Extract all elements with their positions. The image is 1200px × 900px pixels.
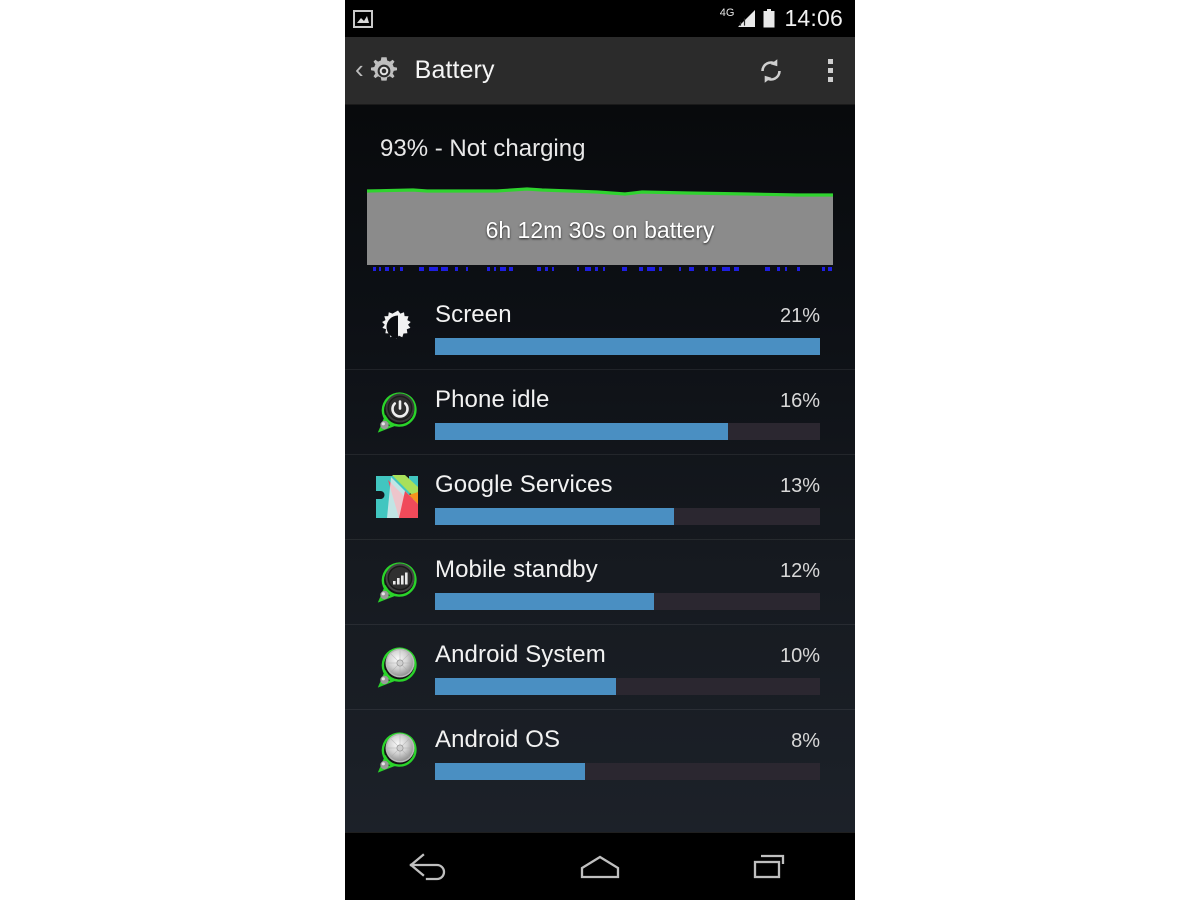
usage-row-header: Phone idle 16% [435,386,820,414]
usage-item-name: Google Services [435,471,613,498]
usage-progress-fill [435,678,616,695]
nav-back-button[interactable] [377,846,481,888]
battery-usage-list: Screen 21% Phone idle 16% Google Service… [345,285,855,794]
usage-item-percent: 8% [791,730,820,752]
usage-item-percent: 12% [779,560,820,582]
back-chevron-icon[interactable]: ‹ [353,56,366,86]
google-play-services-icon [367,469,429,525]
usage-row-mobile-standby[interactable]: Mobile standby 12% [345,539,855,624]
usage-progress-track [435,678,820,695]
usage-progress-fill [435,763,586,780]
nav-recents-button[interactable] [719,846,823,888]
usage-item-name: Android OS [435,726,561,753]
usage-progress-fill [435,338,820,355]
battery-status-text: 93% - Not charging [380,135,586,162]
battery-history-chart [367,187,833,271]
usage-row-body: Screen 21% [429,299,820,355]
battery-full-icon [763,9,775,28]
status-bar-notifications [353,9,373,28]
status-bar: 4G 14:06 [345,0,855,37]
overflow-dot [828,77,833,82]
signal-bars-icon [367,554,429,610]
usage-item-percent: 16% [779,390,820,412]
usage-item-percent: 13% [779,475,820,497]
usage-row-header: Mobile standby 12% [435,556,820,584]
usage-item-name: Phone idle [435,386,550,413]
screenshot-icon [353,9,373,28]
settings-gear-icon[interactable] [366,54,401,88]
usage-row-body: Android OS 8% [429,724,820,780]
signal-bars-icon [737,9,757,28]
battery-history-graph[interactable]: 6h 12m 30s on battery [367,185,833,280]
usage-row-phone-idle[interactable]: Phone idle 16% [345,369,855,454]
usage-row-header: Google Services 13% [435,471,820,499]
overflow-menu-icon[interactable] [820,55,841,86]
action-bar-actions [756,55,841,86]
phone-screen: 4G 14:06 ‹ Battery 93% - Not charging 6h… [345,0,855,900]
usage-item-percent: 21% [779,305,820,327]
usage-row-android-os[interactable]: Android OS 8% [345,709,855,794]
overflow-dot [828,59,833,64]
usage-row-google-services[interactable]: Google Services 13% [345,454,855,539]
usage-row-android-system[interactable]: Android System 10% [345,624,855,709]
usage-item-name: Android System [435,641,606,668]
home-icon [576,852,624,882]
status-bar-clock: 14:06 [784,5,843,31]
usage-progress-track [435,338,820,355]
page-title: Battery [414,56,495,84]
brightness-icon [367,299,429,355]
android-disc-icon [367,724,429,780]
usage-item-percent: 10% [779,645,820,667]
usage-item-name: Screen [435,301,512,328]
usage-row-body: Android System 10% [429,639,820,695]
overflow-dot [828,68,833,73]
action-bar: ‹ Battery [345,37,855,105]
usage-progress-track [435,763,820,780]
recent-apps-icon [749,852,793,882]
status-bar-system-icons: 4G 14:06 [717,7,843,30]
refresh-icon[interactable] [756,56,786,86]
usage-progress-track [435,508,820,525]
usage-row-header: Android System 10% [435,641,820,669]
usage-progress-fill [435,423,728,440]
usage-row-body: Google Services 13% [429,469,820,525]
power-button-icon [367,384,429,440]
nav-home-button[interactable] [546,846,654,888]
back-arrow-icon [407,852,451,882]
usage-progress-track [435,593,820,610]
usage-progress-track [435,423,820,440]
usage-row-body: Mobile standby 12% [429,554,820,610]
usage-item-name: Mobile standby [435,556,598,583]
usage-row-header: Screen 21% [435,301,820,329]
usage-row-screen[interactable]: Screen 21% [345,285,855,369]
usage-progress-fill [435,508,674,525]
android-disc-icon [367,639,429,695]
navigation-bar [345,832,855,900]
network-type-label: 4G [719,7,735,19]
usage-row-header: Android OS 8% [435,726,820,754]
screenshot-canvas: 4G 14:06 ‹ Battery 93% - Not charging 6h… [0,0,1200,900]
usage-progress-fill [435,593,655,610]
usage-row-body: Phone idle 16% [429,384,820,440]
battery-content: 93% - Not charging 6h 12m 30s on battery… [345,105,855,862]
